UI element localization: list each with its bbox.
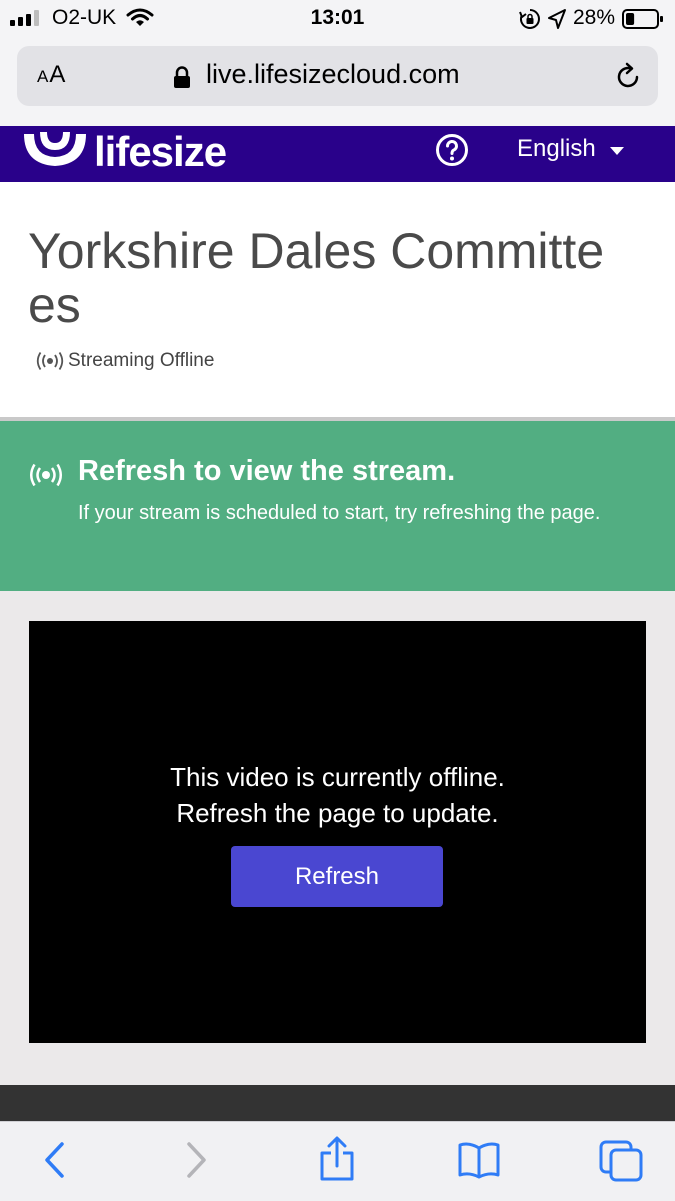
back-icon[interactable] bbox=[42, 1140, 68, 1180]
broadcast-icon bbox=[36, 352, 64, 370]
banner-heading: Refresh to view the stream. bbox=[78, 455, 456, 487]
stream-notice-banner: Refresh to view the stream. If your stre… bbox=[0, 421, 675, 591]
location-icon bbox=[548, 9, 566, 29]
help-icon[interactable] bbox=[435, 133, 469, 167]
reload-icon[interactable] bbox=[613, 62, 643, 92]
page-title: Yorkshire Dales Committees bbox=[28, 223, 605, 333]
stream-status: Streaming Offline bbox=[68, 350, 215, 371]
browser-toolbar bbox=[0, 1121, 675, 1201]
offline-line-1: This video is currently offline. bbox=[170, 762, 505, 792]
site-header: lifesize English bbox=[0, 126, 675, 182]
text-size-button[interactable]: AA bbox=[37, 61, 66, 89]
address-bar[interactable]: AA live.lifesizecloud.com bbox=[17, 46, 658, 106]
padlock-icon bbox=[174, 66, 190, 88]
battery-percent: 28% bbox=[573, 6, 616, 29]
battery-icon bbox=[622, 9, 663, 29]
caret-down-icon[interactable] bbox=[610, 147, 624, 155]
broadcast-icon bbox=[30, 463, 62, 487]
lifesize-logo-icon[interactable] bbox=[20, 126, 90, 174]
rotation-lock-icon bbox=[519, 9, 540, 29]
video-player[interactable]: This video is currently offline. Refresh… bbox=[29, 621, 646, 1043]
logo-text[interactable]: lifesize bbox=[94, 128, 227, 176]
offline-message: This video is currently offline. Refresh… bbox=[29, 759, 646, 831]
banner-message: If your stream is scheduled to start, tr… bbox=[78, 502, 601, 524]
forward-icon[interactable] bbox=[183, 1140, 209, 1180]
browser-chrome: AA live.lifesizecloud.com bbox=[0, 40, 675, 126]
share-icon[interactable] bbox=[318, 1136, 356, 1182]
language-selector[interactable]: English bbox=[517, 135, 596, 163]
url-text[interactable]: live.lifesizecloud.com bbox=[206, 59, 460, 90]
bookmarks-icon[interactable] bbox=[457, 1140, 501, 1180]
refresh-button[interactable]: Refresh bbox=[231, 846, 443, 907]
tabs-icon[interactable] bbox=[599, 1140, 643, 1182]
page-footer bbox=[0, 1085, 675, 1121]
event-info: Yorkshire Dales Committees Streaming Off… bbox=[0, 182, 675, 417]
status-bar: O2-UK 13:01 28% bbox=[0, 0, 675, 40]
offline-line-2: Refresh the page to update. bbox=[176, 798, 499, 828]
